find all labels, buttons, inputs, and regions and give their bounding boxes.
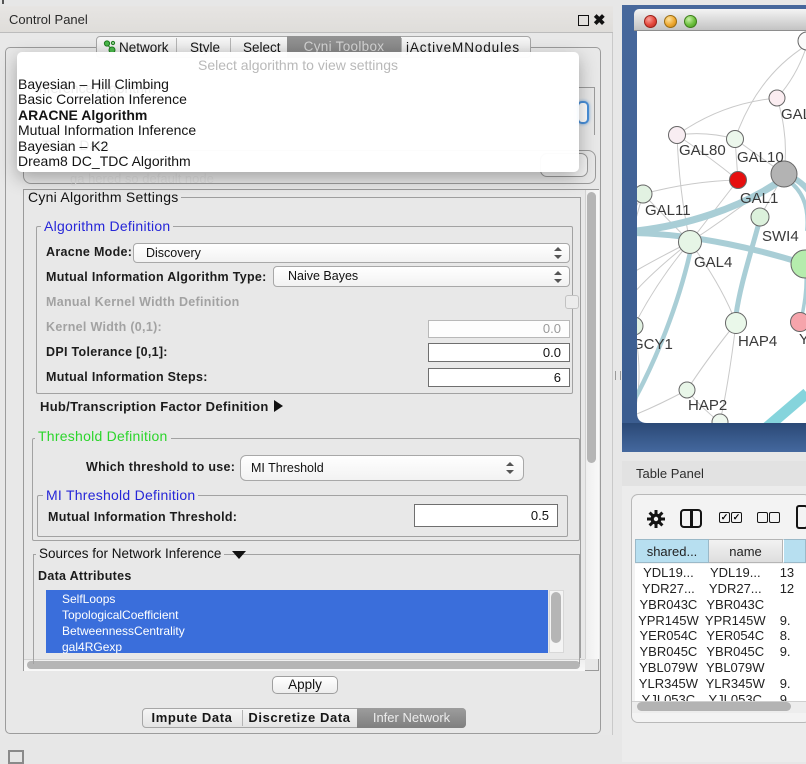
svg-text:GAL: GAL [781, 106, 806, 123]
svg-text:GCY1: GCY1 [637, 336, 673, 353]
svg-text:GAL11: GAL11 [645, 202, 691, 219]
svg-text:GAL80: GAL80 [679, 142, 726, 159]
svg-text:GAL1: GAL1 [740, 190, 778, 207]
svg-text:HAP4: HAP4 [738, 333, 777, 350]
svg-text:GAL10: GAL10 [737, 149, 784, 166]
svg-text:GAL4: GAL4 [694, 254, 732, 271]
svg-text:SWI4: SWI4 [762, 228, 799, 245]
svg-text:HAP2: HAP2 [688, 397, 727, 414]
svg-text:Y: Y [799, 331, 806, 348]
